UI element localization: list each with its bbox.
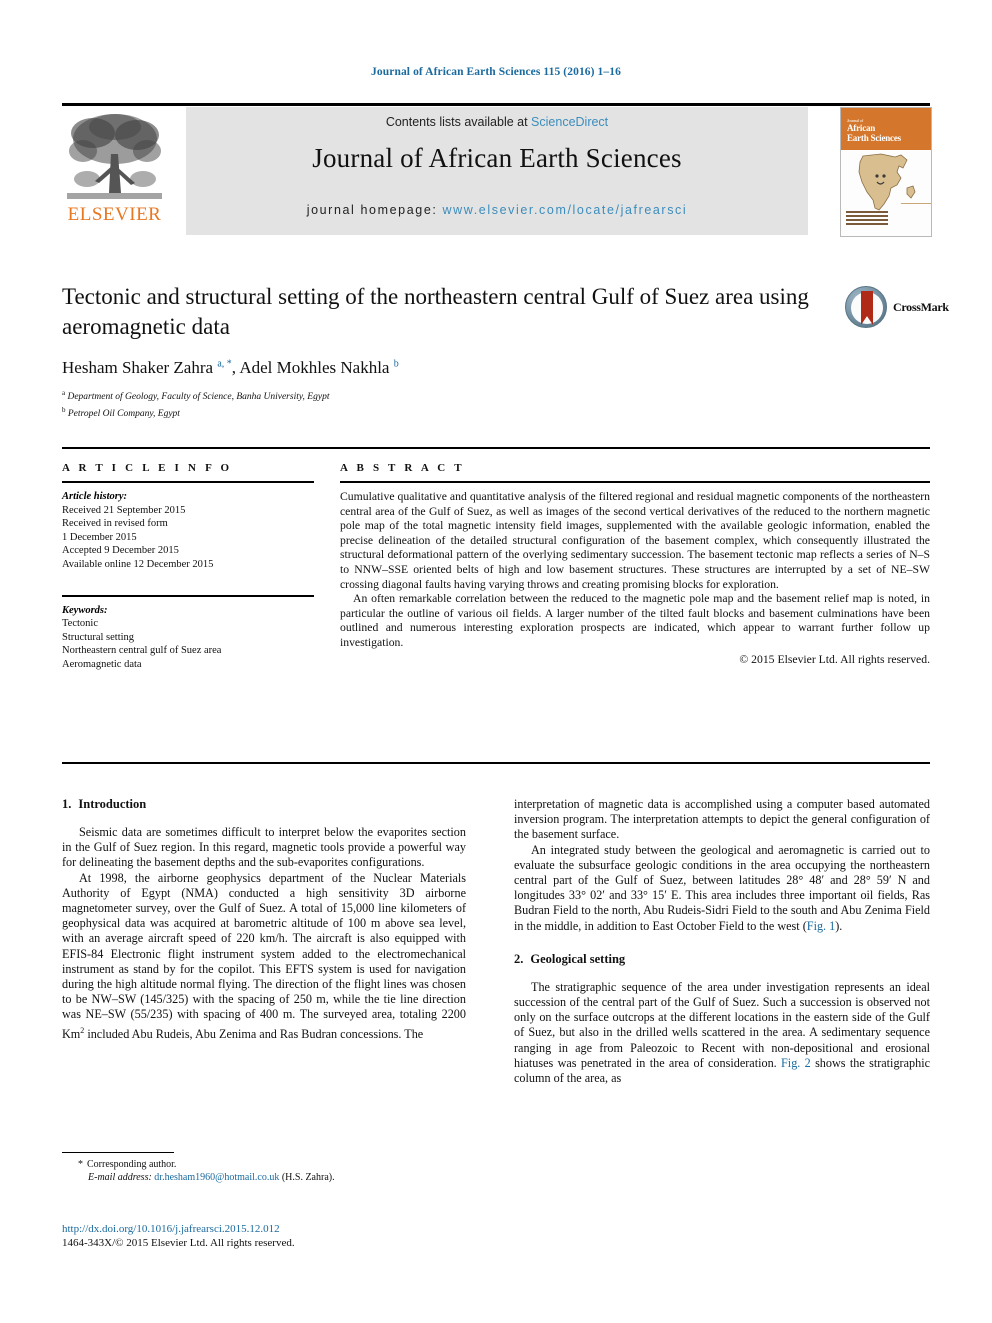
article-info-rule bbox=[62, 481, 314, 483]
footnote-rule bbox=[62, 1152, 174, 1153]
abstract-copyright: © 2015 Elsevier Ltd. All rights reserved… bbox=[739, 652, 930, 666]
intro-p4-text-a: An integrated study between the geologic… bbox=[514, 842, 930, 933]
running-head-citation: Journal of African Earth Sciences 115 (2… bbox=[371, 66, 621, 78]
figure-1-link[interactable]: Fig. 1 bbox=[807, 919, 835, 933]
history-line: Received in revised form bbox=[62, 518, 168, 530]
history-line: Available online 12 December 2015 bbox=[62, 558, 214, 570]
contents-band: Contents lists available at ScienceDirec… bbox=[186, 107, 808, 235]
page-title: Tectonic and structural setting of the n… bbox=[62, 284, 809, 339]
keywords-label: Keywords: bbox=[62, 604, 108, 616]
corresponding-label: Corresponding author. bbox=[87, 1159, 177, 1170]
keyword-item: Tectonic bbox=[62, 618, 98, 630]
affiliation-b: b Petropel Oil Company, Egypt bbox=[62, 405, 180, 419]
footnote-block: * Corresponding author. E-mail address: d… bbox=[62, 1152, 466, 1184]
abstract-rule bbox=[340, 481, 930, 483]
intro-p2-part1: At 1998, the airborne geophysics departm… bbox=[62, 870, 466, 1041]
affiliation-b-text: Petropel Oil Company, Egypt bbox=[67, 408, 180, 419]
abstract-block: A B S T R A C T Cumulative qualitative a… bbox=[340, 462, 930, 666]
homepage-url-link[interactable]: www.elsevier.com/locate/jafrearsci bbox=[443, 203, 688, 217]
cover-title-text: Journal of African Earth Sciences bbox=[847, 118, 925, 143]
article-page: Journal of African Earth Sciences 115 (2… bbox=[0, 0, 992, 1323]
history-line: 1 December 2015 bbox=[62, 531, 137, 543]
journal-cover-thumbnail: Journal of African Earth Sciences bbox=[840, 107, 932, 237]
affiliations: a Department of Geology, Faculty of Scie… bbox=[62, 387, 832, 420]
section-heading-geological-setting: 2. Geological setting bbox=[514, 952, 930, 967]
elsevier-logo: ELSEVIER bbox=[62, 107, 167, 235]
sciencedirect-link[interactable]: ScienceDirect bbox=[531, 115, 608, 129]
crossmark-label: CrossMark bbox=[893, 300, 949, 314]
figure-2-link[interactable]: Fig. 2 bbox=[781, 1056, 811, 1070]
doi-block: http://dx.doi.org/10.1016/j.jafrearsci.2… bbox=[62, 1222, 482, 1250]
intro-p2-part2: included Abu Rudeis, Abu Zenima and Ras … bbox=[84, 1026, 424, 1041]
email-line: E-mail address: dr.hesham1960@hotmail.co… bbox=[62, 1171, 466, 1184]
article-info-heading: A R T I C L E I N F O bbox=[62, 462, 233, 474]
intro-p4-text-b: ). bbox=[835, 918, 843, 933]
section-number: 2. bbox=[514, 951, 524, 966]
elsevier-tree-icon bbox=[67, 114, 162, 199]
intro-paragraph-1: Seismic data are sometimes difficult to … bbox=[62, 825, 466, 870]
section-number: 1. bbox=[62, 797, 72, 811]
doi-link[interactable]: http://dx.doi.org/10.1016/j.jafrearsci.2… bbox=[62, 1222, 482, 1236]
keyword-item: Northeastern central gulf of Suez area bbox=[62, 645, 222, 657]
journal-homepage-line: journal homepage: www.elsevier.com/locat… bbox=[186, 203, 808, 217]
affiliation-a-text: Department of Geology, Faculty of Scienc… bbox=[67, 392, 330, 403]
keyword-item: Structural setting bbox=[62, 631, 135, 643]
cover-footer-lines bbox=[846, 211, 888, 231]
cover-title-line2: Earth Sciences bbox=[847, 133, 901, 143]
intro-paragraph-2: At 1998, the airborne geophysics departm… bbox=[62, 871, 466, 1042]
section-heading-introduction: 1. Introduction bbox=[62, 797, 466, 812]
section-title: Introduction bbox=[78, 797, 147, 811]
corresponding-star: * bbox=[78, 1159, 83, 1170]
email-link[interactable]: dr.hesham1960@hotmail.co.uk bbox=[154, 1172, 279, 1183]
article-info-block: A R T I C L E I N F O Article history: R… bbox=[62, 462, 314, 672]
elsevier-wordmark: ELSEVIER bbox=[67, 204, 162, 225]
masthead-top-rule bbox=[62, 103, 930, 106]
title-block: Tectonic and structural setting of the n… bbox=[62, 282, 832, 420]
abstract-section-top-rule bbox=[62, 447, 930, 449]
body-column-right: interpretation of magnetic data is accom… bbox=[514, 797, 930, 1086]
homepage-label: journal homepage: bbox=[306, 203, 443, 217]
section-title: Geological setting bbox=[530, 951, 626, 966]
abstract-heading: A B S T R A C T bbox=[340, 462, 465, 474]
body-column-left: 1. Introduction Seismic data are sometime… bbox=[62, 797, 466, 1042]
abstract-paragraph-2: An often remarkable correlation between … bbox=[340, 592, 930, 649]
affiliation-a: a Department of Geology, Faculty of Scie… bbox=[62, 389, 330, 403]
contents-prefix: Contents lists available at bbox=[385, 115, 532, 129]
abstract-section-bottom-rule bbox=[62, 762, 930, 764]
abstract-paragraph-1: Cumulative qualitative and quantitative … bbox=[340, 490, 930, 591]
email-suffix: (H.S. Zahra). bbox=[281, 1172, 335, 1183]
crossmark-badge[interactable]: CrossMark bbox=[845, 286, 949, 332]
contents-available-line: Contents lists available at ScienceDirec… bbox=[186, 115, 808, 129]
author-list: Hesham Shaker Zahra a, *, Adel Mokhles N… bbox=[62, 358, 399, 377]
article-history-label: Article history: bbox=[62, 491, 128, 502]
keyword-item: Aeromagnetic data bbox=[62, 658, 142, 670]
geological-paragraph-1: The stratigraphic sequence of the area u… bbox=[514, 980, 930, 1086]
history-line: Received 21 September 2015 bbox=[62, 504, 186, 516]
keywords-rule bbox=[62, 594, 314, 597]
intro-paragraph-4: An integrated study between the geologic… bbox=[514, 843, 930, 934]
crossmark-circle-icon bbox=[845, 286, 887, 328]
corresponding-author-line: * Corresponding author. bbox=[62, 1158, 466, 1171]
cover-title-line1: African bbox=[847, 123, 876, 133]
issn-copyright-line: 1464-343X/© 2015 Elsevier Ltd. All right… bbox=[62, 1237, 295, 1249]
journal-masthead: ELSEVIER Contents lists available at Sci… bbox=[62, 103, 932, 237]
journal-title: Journal of African Earth Sciences bbox=[312, 143, 682, 173]
email-label: E-mail address: bbox=[88, 1172, 152, 1183]
history-line: Accepted 9 December 2015 bbox=[62, 545, 179, 557]
intro-paragraph-continued: interpretation of magnetic data is accom… bbox=[514, 797, 930, 842]
